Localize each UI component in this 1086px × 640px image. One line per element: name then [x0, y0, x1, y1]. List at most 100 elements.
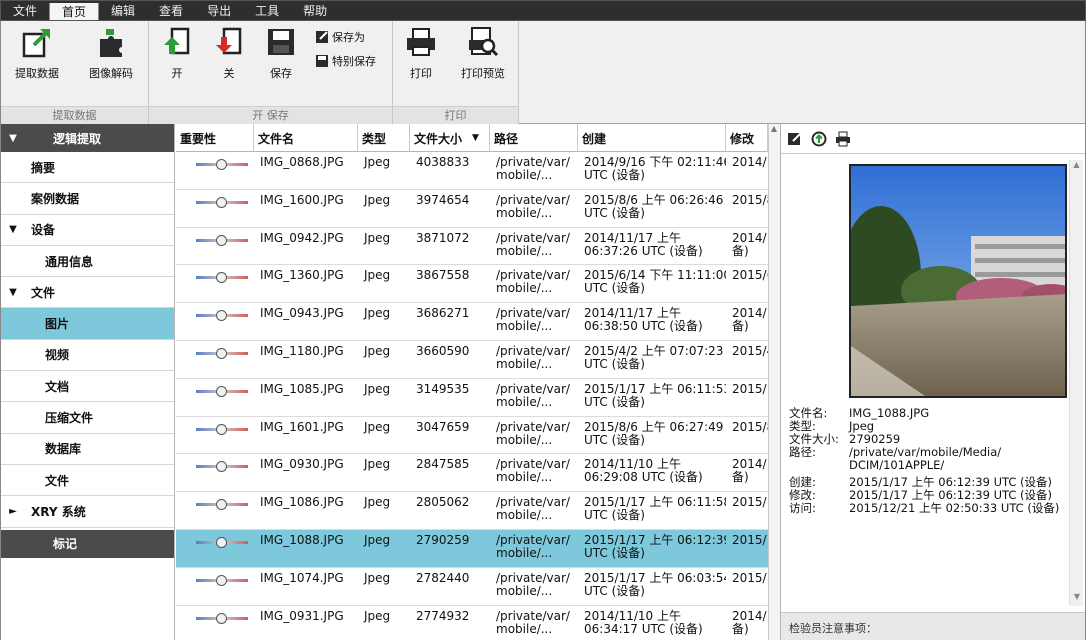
importance-slider[interactable] — [196, 423, 248, 435]
menu-item[interactable]: 编辑 — [99, 1, 147, 20]
nav-header[interactable]: ▼ 逻辑提取 — [1, 124, 174, 152]
table-scrollbar[interactable]: ▲ — [768, 124, 780, 640]
table-row[interactable]: IMG_1074.JPG Jpeg 2782440/private/var/mobi… — [176, 568, 768, 606]
slider-knob[interactable] — [216, 272, 227, 284]
importance-slider[interactable] — [196, 574, 248, 586]
filename-cell-text: IMG_0868.JPG — [260, 155, 344, 169]
slider-knob[interactable] — [216, 574, 227, 586]
column-header[interactable]: 重要性 — [176, 124, 254, 152]
slider-knob[interactable] — [216, 234, 227, 246]
table-row[interactable]: IMG_1601.JPG Jpeg 3047659/private/var/mobi… — [176, 417, 768, 455]
nav-footer-tags[interactable]: 标记 — [1, 529, 174, 558]
detail-key-path: 路径: — [789, 445, 816, 459]
print-preview-button[interactable]: 打印预览 — [455, 25, 511, 81]
modified-cell: 2014/备) — [726, 454, 768, 491]
menu-item[interactable]: 文件 — [1, 1, 49, 20]
nav-item[interactable]: 视频 — [1, 340, 174, 372]
table-row[interactable]: IMG_0931.JPG Jpeg 2774932/private/var/mobi… — [176, 606, 768, 640]
filename-cell-text: IMG_1088.JPG — [260, 532, 344, 547]
column-header[interactable]: 路径 — [490, 124, 578, 152]
scroll-up-icon[interactable]: ▲ — [769, 124, 779, 136]
extract-data-button[interactable]: 提取数据 — [9, 25, 65, 81]
special-save-button[interactable]: 特别保存 — [315, 53, 376, 69]
close-button[interactable]: 关 — [209, 25, 249, 81]
nav-item[interactable]: 压缩文件 — [1, 402, 174, 434]
nav-item[interactable]: 数据库 — [1, 434, 174, 465]
menu-item[interactable]: 查看 — [147, 1, 195, 20]
preview-scrollbar[interactable]: ▲ ▼ — [1069, 160, 1083, 606]
close-file-icon — [216, 27, 242, 55]
image-decode-button[interactable]: 图像解码 — [83, 25, 139, 81]
slider-knob[interactable] — [216, 385, 227, 397]
menu-item[interactable]: 导出 — [195, 1, 243, 20]
nav-item[interactable]: ► XRY 系统 — [1, 496, 174, 528]
table-row[interactable]: IMG_0868.JPG Jpeg 4038833/private/var/mobi… — [176, 152, 768, 190]
extract-data-icon — [22, 29, 50, 58]
nav-item[interactable]: 图片 — [1, 308, 174, 340]
importance-slider[interactable] — [196, 234, 248, 246]
nav-item[interactable]: 案例数据 — [1, 183, 174, 215]
importance-slider[interactable] — [196, 612, 248, 624]
nav-item[interactable]: ▼ 设备 — [1, 215, 174, 246]
importance-slider[interactable] — [196, 460, 248, 473]
nav-item[interactable]: 文件 — [1, 465, 174, 497]
nav-item[interactable]: ▼ 文件 — [1, 277, 174, 309]
scroll-up-icon[interactable]: ▲ — [1070, 160, 1083, 174]
created-cell-text: UTC (设备) — [584, 545, 645, 560]
slider-knob[interactable] — [216, 159, 227, 170]
modified-cell: 2014/备) — [726, 228, 768, 265]
table-row[interactable]: IMG_1086.JPG Jpeg 2805062/private/var/mobi… — [176, 492, 768, 530]
nav-item[interactable]: 摘要 — [1, 152, 174, 184]
upload-circle-icon[interactable] — [811, 131, 827, 147]
slider-knob[interactable] — [216, 196, 227, 208]
table-row[interactable]: IMG_1085.JPG Jpeg 3149535/private/var/mobi… — [176, 379, 768, 417]
menu-item[interactable]: 首页 — [49, 3, 100, 20]
save-button[interactable]: 保存 — [259, 25, 303, 81]
printer-icon[interactable] — [835, 131, 851, 147]
save-as-button[interactable]: 保存为 — [315, 29, 365, 45]
importance-slider[interactable] — [196, 347, 248, 359]
open-button[interactable]: 开 — [157, 25, 197, 81]
nav-item[interactable]: 文档 — [1, 371, 174, 403]
menu-item[interactable]: 工具 — [243, 1, 291, 20]
importance-slider[interactable] — [196, 271, 248, 284]
filename-cell-text: IMG_0943.JPG — [260, 306, 344, 321]
scroll-down-icon[interactable]: ▼ — [1070, 592, 1084, 606]
examiner-notes-bar[interactable]: 检验员注意事项： — [781, 612, 1085, 640]
type-cell: Jpeg — [358, 568, 410, 605]
importance-slider[interactable] — [196, 158, 248, 170]
column-header[interactable]: 类型 — [358, 124, 410, 152]
slider-knob[interactable] — [216, 310, 227, 322]
table-row[interactable]: IMG_1360.JPG Jpeg 3867558/private/var/mobi… — [176, 265, 768, 304]
slider-knob[interactable] — [216, 499, 227, 511]
created-cell-text: 2014/11/10 上午 — [584, 608, 681, 623]
table-row[interactable]: IMG_1600.JPG Jpeg 3974654/private/var/mobi… — [176, 190, 768, 228]
importance-slider[interactable] — [196, 536, 248, 548]
nav-item[interactable]: 通用信息 — [1, 246, 174, 278]
column-header[interactable]: 创建 — [578, 124, 726, 152]
table-row[interactable]: IMG_0930.JPG Jpeg 2847585/private/var/mobi… — [176, 454, 768, 493]
table-row[interactable]: IMG_1088.JPG Jpeg 2790259/private/var/mobi… — [176, 529, 768, 568]
importance-slider[interactable] — [196, 309, 248, 322]
column-header[interactable]: 文件名 — [254, 124, 358, 152]
column-header[interactable]: 文件大小 ▼ — [410, 124, 490, 152]
type-cell: Jpeg — [358, 190, 410, 227]
column-header[interactable]: 修改 — [726, 124, 768, 152]
save-as-icon[interactable] — [787, 131, 803, 147]
size-cell: 3047659 — [410, 417, 490, 454]
table-row[interactable]: IMG_0943.JPG Jpeg 3686271/private/var/mobi… — [176, 303, 768, 341]
slider-knob[interactable] — [216, 347, 227, 359]
table-row[interactable]: IMG_1180.JPG Jpeg 3660590/private/var/mobi… — [176, 341, 768, 379]
importance-slider[interactable] — [196, 385, 248, 397]
slider-knob[interactable] — [216, 536, 227, 548]
table-row[interactable]: IMG_0942.JPG Jpeg 3871072/private/var/mobi… — [176, 228, 768, 266]
importance-slider[interactable] — [196, 498, 248, 511]
slider-knob[interactable] — [216, 461, 227, 473]
importance-slider[interactable] — [196, 196, 248, 208]
slider-knob[interactable] — [216, 423, 227, 435]
menu-item[interactable]: 帮助 — [291, 1, 339, 20]
slider-knob[interactable] — [216, 612, 227, 624]
print-button[interactable]: 打印 — [399, 25, 443, 81]
type-cell-text: Jpeg — [364, 155, 391, 169]
type-cell-text: Jpeg — [364, 495, 391, 510]
